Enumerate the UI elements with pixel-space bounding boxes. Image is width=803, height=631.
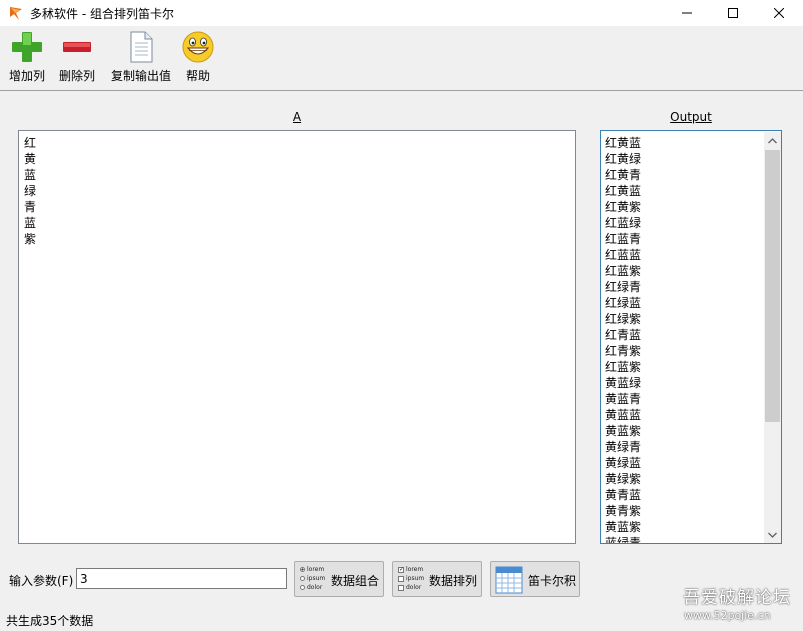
combine-mini-option: ipsum [300,575,325,582]
help-button[interactable]: 帮助 [180,30,216,86]
permute-label: 数据排列 [429,574,478,588]
column-a-header: A [292,110,302,124]
watermark-url: www.52pojie.cn [684,609,771,622]
status-text: 共生成35个数据 [6,614,94,628]
permute-button[interactable]: ✓ lorem ipsum dolor 数据排列 [392,561,482,597]
column-a-textarea[interactable]: 红 黄 蓝 绿 青 蓝 紫 [18,130,576,544]
maximize-icon [728,8,738,18]
close-button[interactable] [756,0,802,26]
output-line: 黄蓝蓝 [605,408,642,422]
output-line: 红黄绿 [605,152,642,166]
output-scrollbar[interactable] [764,132,781,543]
output-line: 黄绿青 [605,440,642,454]
document-icon [123,30,159,64]
output-line: 红绿青 [605,280,642,294]
column-a-line: 紫 [24,232,37,246]
output-line: 红黄紫 [605,200,642,214]
output-line: 黄蓝绿 [605,376,642,390]
combine-label: 数据组合 [331,574,380,588]
output-line: 黄蓝紫 [605,424,642,438]
minimize-icon [682,12,692,14]
add-column-label: 增加列 [8,69,45,83]
toolbar: 增加列 删除列 复制输出值 帮助 [0,26,803,91]
smiley-icon [180,30,216,64]
output-line: 红蓝蓝 [605,248,642,262]
cartesian-label: 笛卡尔积 [528,574,577,588]
copy-output-button[interactable]: 复制输出值 [108,30,174,86]
output-line: 黄绿蓝 [605,456,642,470]
column-a-line: 蓝 [24,168,37,182]
chevron-up-icon [768,137,777,143]
output-line: 黄蓝青 [605,392,642,406]
output-line: 红绿蓝 [605,296,642,310]
cartesian-button[interactable]: 笛卡尔积 [490,561,580,597]
output-line: 黄蓝紫 [605,520,642,534]
output-header: Output [670,110,712,124]
scroll-up-button[interactable] [764,132,781,149]
output-line: 红黄青 [605,168,642,182]
combine-button[interactable]: lorem ipsum dolor 数据组合 [294,561,384,597]
combine-mini-option: lorem [300,566,324,573]
output-line: 红蓝青 [605,232,642,246]
output-textarea[interactable]: 红黄蓝 红黄绿 红黄青 红黄蓝 红黄紫 红蓝绿 红蓝青 红蓝蓝 红蓝紫 红绿青 … [600,130,782,544]
column-a-line: 绿 [24,184,37,198]
output-line: 红蓝绿 [605,216,642,230]
output-line: 红黄蓝 [605,136,642,150]
output-line: 黄青紫 [605,504,642,518]
minimize-button[interactable] [664,0,710,26]
column-a-line: 青 [24,200,37,214]
title-bar: 多秫软件 - 组合排列笛卡尔 [0,0,803,26]
output-line: 红黄蓝 [605,184,642,198]
param-input[interactable] [76,568,287,589]
scroll-thumb[interactable] [765,150,780,422]
column-a-line: 黄 [24,152,37,166]
close-icon [774,8,784,18]
output-line: 蓝绿青 [605,536,642,544]
output-line: 红绿紫 [605,312,642,326]
output-line: 黄绿紫 [605,472,642,486]
add-column-button[interactable]: 增加列 [6,30,48,86]
grid-icon [495,566,523,597]
app-icon [7,4,25,22]
watermark-title: 吾爱破解论坛 [683,588,791,608]
permute-mini-option: dolor [398,584,421,591]
scroll-down-button[interactable] [764,526,781,543]
permute-mini-option: ipsum [398,575,424,582]
minus-icon [59,30,95,64]
column-a-line: 红 [24,136,37,150]
chevron-down-icon [768,532,777,538]
output-line: 红青蓝 [605,328,642,342]
delete-column-button[interactable]: 删除列 [56,30,98,86]
delete-column-label: 删除列 [58,69,95,83]
copy-output-label: 复制输出值 [110,69,171,83]
help-label: 帮助 [185,69,210,83]
param-label: 输入参数(F) [9,574,74,588]
plus-icon [9,30,45,64]
permute-mini-option: ✓ lorem [398,565,424,573]
output-line: 红蓝紫 [605,360,642,374]
maximize-button[interactable] [710,0,756,26]
output-line: 红蓝紫 [605,264,642,278]
output-line: 红青紫 [605,344,642,358]
output-line: 黄青蓝 [605,488,642,502]
combine-mini-option: dolor [300,584,322,591]
column-a-line: 蓝 [24,216,37,230]
window-title: 多秫软件 - 组合排列笛卡尔 [30,7,174,21]
